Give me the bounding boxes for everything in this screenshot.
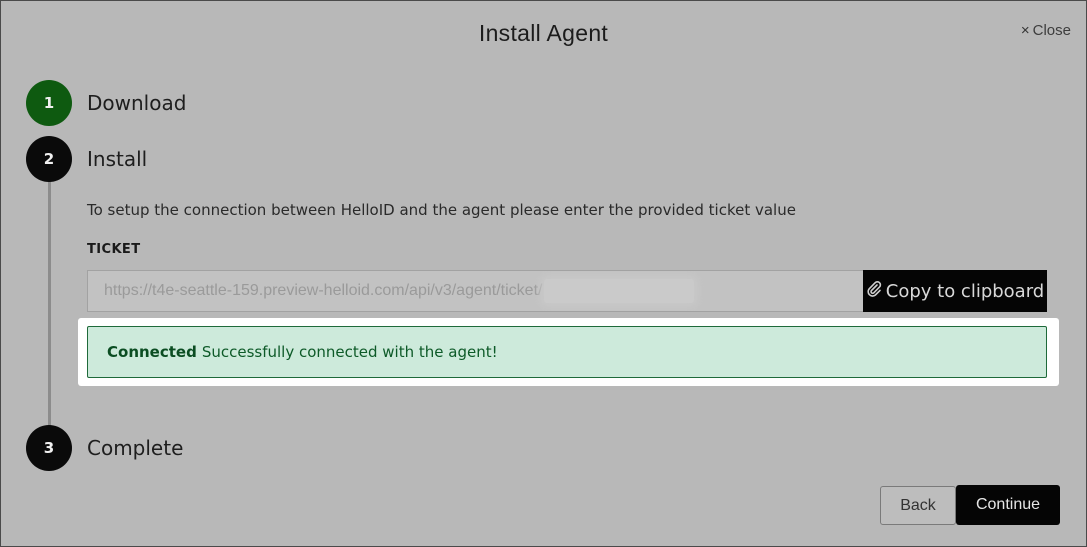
back-button[interactable]: Back [880, 486, 956, 525]
continue-button[interactable]: Continue [956, 485, 1060, 525]
step-2-number: 2 [43, 150, 55, 168]
dialog-title: Install Agent [478, 20, 609, 46]
ticket-label: TICKET [87, 242, 141, 257]
step-3-indicator: 3 [26, 425, 72, 471]
step-1-label: Download [87, 91, 187, 115]
step-2-label: Install [87, 147, 148, 171]
close-button[interactable]: × Close [1021, 22, 1071, 39]
stepper-connector-line [48, 171, 51, 431]
step-2-indicator: 2 [26, 136, 72, 182]
copy-to-clipboard-button[interactable]: Copy to clipboard [863, 270, 1047, 312]
step-1-indicator: 1 [26, 80, 72, 126]
install-description: To setup the connection between HelloID … [87, 201, 796, 219]
close-icon: × [1020, 22, 1030, 39]
ticket-field[interactable]: https://t4e-seattle-159.preview-helloid.… [87, 270, 864, 312]
step-1-number: 1 [43, 94, 55, 112]
connection-status-alert: Connected Successfully connected with th… [87, 326, 1047, 378]
ticket-value: https://t4e-seattle-159.preview-helloid.… [104, 282, 543, 299]
alert-status-title: Connected [107, 343, 197, 361]
copy-label: Copy to clipboard [885, 280, 1045, 302]
ticket-redacted-portion [544, 279, 695, 303]
install-agent-dialog: Install Agent × Close 1 Download 2 Insta… [0, 0, 1087, 547]
close-label: Close [1032, 22, 1071, 39]
step-3-number: 3 [43, 439, 55, 457]
paperclip-icon [866, 280, 882, 303]
step-3-label: Complete [87, 436, 184, 460]
alert-message: Successfully connected with the agent! [201, 343, 498, 361]
